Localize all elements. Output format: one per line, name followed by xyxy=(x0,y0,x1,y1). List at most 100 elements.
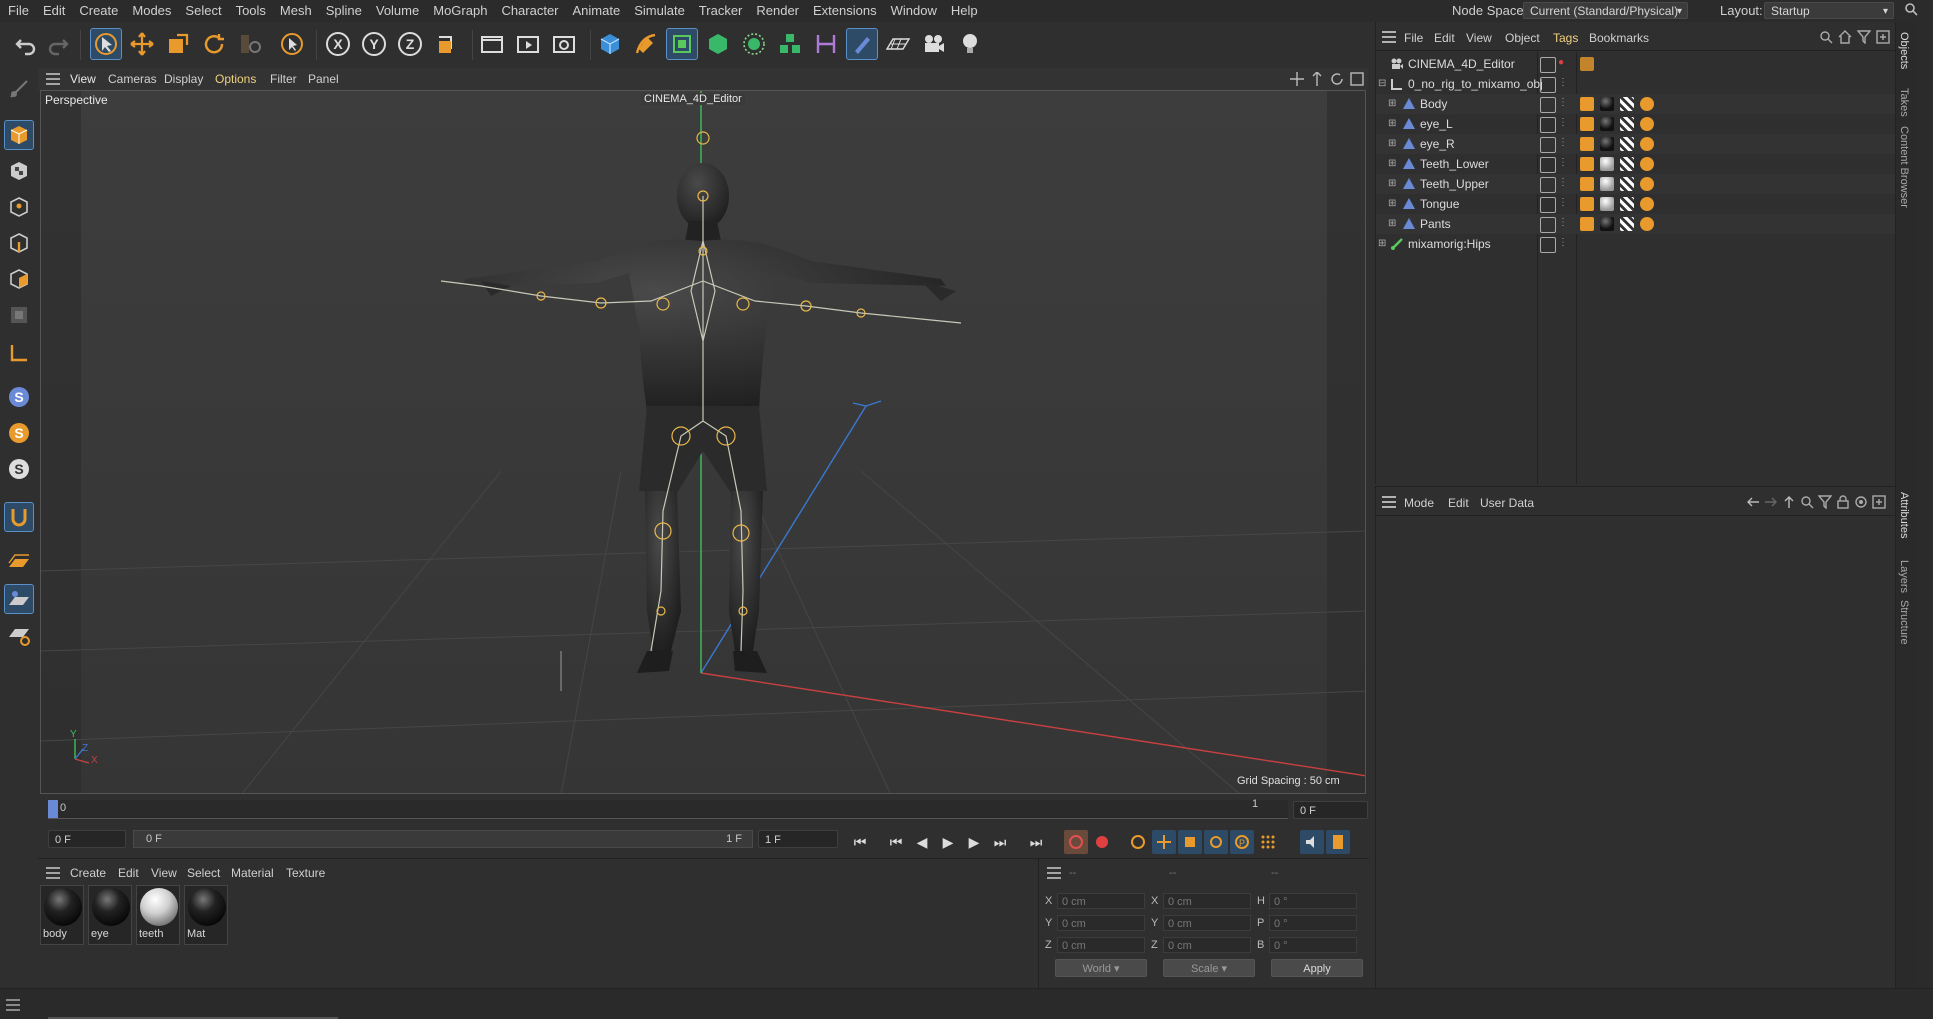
scale-icon[interactable] xyxy=(162,28,194,60)
record-keys-icon[interactable] xyxy=(1064,830,1088,854)
attributes-menu-mode[interactable]: Mode xyxy=(1404,495,1434,511)
viewport-nav-move-icon[interactable] xyxy=(1290,72,1304,89)
play-icon[interactable]: ▶ xyxy=(936,830,960,854)
material-menu-texture[interactable]: Texture xyxy=(286,863,325,883)
expand-icon[interactable]: ⊞ xyxy=(1388,138,1396,149)
viewport-menu-view[interactable]: View xyxy=(70,68,96,90)
material-menu-view[interactable]: View xyxy=(151,863,177,883)
visibility-toggle[interactable] xyxy=(1540,217,1556,233)
snap-settings-icon[interactable]: S xyxy=(4,418,34,448)
viewport-maximize-icon[interactable] xyxy=(1350,72,1364,89)
viewport-menu-options[interactable]: Options xyxy=(215,68,256,90)
material-tag-icon[interactable] xyxy=(1600,97,1614,111)
3d-viewport[interactable]: Perspective CINEMA_4D_Editor Y Z X Grid … xyxy=(40,90,1366,794)
uvw-tag-icon[interactable] xyxy=(1620,197,1634,211)
material-body[interactable]: body xyxy=(40,885,84,945)
position-x-field[interactable]: 0 cm xyxy=(1057,893,1145,909)
expand-icon[interactable]: ⊞ xyxy=(1388,118,1396,129)
filter-icon[interactable] xyxy=(1817,495,1833,512)
light-icon[interactable] xyxy=(954,28,986,60)
current-frame-field[interactable]: 0 F xyxy=(1293,801,1368,819)
rotate-icon[interactable] xyxy=(198,28,230,60)
cube-icon[interactable] xyxy=(594,28,626,60)
uv-mode-icon[interactable] xyxy=(4,300,34,330)
start-frame-field[interactable]: 0 F xyxy=(48,830,126,848)
deformer-icon[interactable] xyxy=(810,28,842,60)
skin-tag-icon[interactable] xyxy=(1640,137,1654,151)
uvw-tag-icon[interactable] xyxy=(1620,157,1634,171)
key-parameter-icon[interactable]: P xyxy=(1230,830,1254,854)
weight-tag-icon[interactable] xyxy=(1580,197,1594,211)
snap-workplane-icon[interactable]: S xyxy=(4,454,34,484)
frame-range-slider[interactable]: 0 F 1 F xyxy=(133,830,753,848)
expand-icon[interactable]: ⊞ xyxy=(1388,218,1396,229)
y-axis-icon[interactable]: Y xyxy=(358,28,390,60)
move-icon[interactable] xyxy=(126,28,158,60)
side-tab-objects[interactable]: Objects xyxy=(1898,32,1910,69)
viewport-nav-rotate-icon[interactable] xyxy=(1330,72,1344,89)
render-dot-icon[interactable]: ⋮ xyxy=(1558,157,1568,168)
cloner-icon[interactable] xyxy=(738,28,770,60)
x-axis-icon[interactable]: X xyxy=(322,28,354,60)
expand-icon[interactable]: ⊞ xyxy=(1388,158,1396,169)
expand-icon[interactable]: ⊞ xyxy=(1388,98,1396,109)
back-arrow-icon[interactable] xyxy=(1746,495,1760,512)
material-menu-select[interactable]: Select xyxy=(187,863,220,883)
material-eye[interactable]: eye xyxy=(88,885,132,945)
material-menu-material[interactable]: Material xyxy=(231,863,274,883)
render-view-icon[interactable] xyxy=(476,28,508,60)
menu-window[interactable]: Window xyxy=(884,0,944,22)
coord-mode-dropdown[interactable]: Scale ▾ xyxy=(1163,959,1255,977)
new-window-icon[interactable] xyxy=(1872,495,1886,512)
render-picture-viewer-icon[interactable] xyxy=(512,28,544,60)
object-row-eye-r[interactable]: ⊞ eye_R ⋮ xyxy=(1376,134,1896,154)
menu-tools[interactable]: Tools xyxy=(229,0,273,22)
fracture-icon[interactable] xyxy=(774,28,806,60)
object-menu-object[interactable]: Object xyxy=(1505,30,1540,46)
search-icon[interactable] xyxy=(1819,30,1833,47)
render-dot-icon[interactable]: ⋮ xyxy=(1558,137,1568,148)
texture-mode-icon[interactable] xyxy=(4,156,34,186)
viewport-menu-filter[interactable]: Filter xyxy=(270,68,297,90)
expand-icon[interactable]: ⊟ xyxy=(1378,78,1386,89)
rotation-h-field[interactable]: 0 ° xyxy=(1269,893,1357,909)
uvw-tag-icon[interactable] xyxy=(1620,97,1634,111)
menu-render[interactable]: Render xyxy=(749,0,806,22)
next-key-icon[interactable]: ⏭ xyxy=(988,830,1012,854)
hamburger-menu-icon[interactable] xyxy=(1382,496,1396,511)
expand-icon[interactable]: ⊞ xyxy=(1388,178,1396,189)
next-frame-icon[interactable]: ▶ xyxy=(962,830,986,854)
render-dot-icon[interactable]: ⋮ xyxy=(1558,177,1568,188)
weight-tag-icon[interactable] xyxy=(1580,117,1594,131)
menu-spline[interactable]: Spline xyxy=(319,0,369,22)
menu-simulate[interactable]: Simulate xyxy=(627,0,692,22)
go-to-end-icon[interactable]: ⏭ xyxy=(1024,830,1048,854)
weight-tag-icon[interactable] xyxy=(1580,97,1594,111)
viewport-menu-panel[interactable]: Panel xyxy=(308,68,339,90)
search-icon[interactable] xyxy=(1904,2,1918,19)
autokey-icon[interactable] xyxy=(1090,830,1114,854)
material-menu-create[interactable]: Create xyxy=(70,863,106,883)
menu-create[interactable]: Create xyxy=(72,0,125,22)
object-menu-bookmarks[interactable]: Bookmarks xyxy=(1589,30,1649,46)
polygons-mode-icon[interactable] xyxy=(4,264,34,294)
object-menu-tags[interactable]: Tags xyxy=(1553,30,1578,46)
menu-help[interactable]: Help xyxy=(944,0,985,22)
size-y-field[interactable]: 0 cm xyxy=(1163,915,1251,931)
visibility-toggle[interactable] xyxy=(1540,177,1556,193)
model-mode-icon[interactable] xyxy=(4,120,34,150)
material-tag-icon[interactable] xyxy=(1600,177,1614,191)
visibility-toggle[interactable] xyxy=(1540,117,1556,133)
end-frame-field[interactable]: 1 F xyxy=(758,830,838,848)
render-dot-icon[interactable]: ⋮ xyxy=(1558,97,1568,108)
viewport-menu-display[interactable]: Display xyxy=(164,68,203,90)
side-tab-attributes[interactable]: Attributes xyxy=(1898,492,1910,538)
side-tab-takes[interactable]: Takes xyxy=(1898,88,1910,117)
playhead[interactable] xyxy=(48,800,58,818)
uvw-tag-icon[interactable] xyxy=(1620,177,1634,191)
menu-modes[interactable]: Modes xyxy=(125,0,178,22)
object-row-hips-joint[interactable]: ⊞ mixamorig:Hips ⋮ xyxy=(1376,234,1896,254)
z-axis-icon[interactable]: Z xyxy=(394,28,426,60)
material-tag-icon[interactable] xyxy=(1600,117,1614,131)
menu-mograph[interactable]: MoGraph xyxy=(426,0,494,22)
